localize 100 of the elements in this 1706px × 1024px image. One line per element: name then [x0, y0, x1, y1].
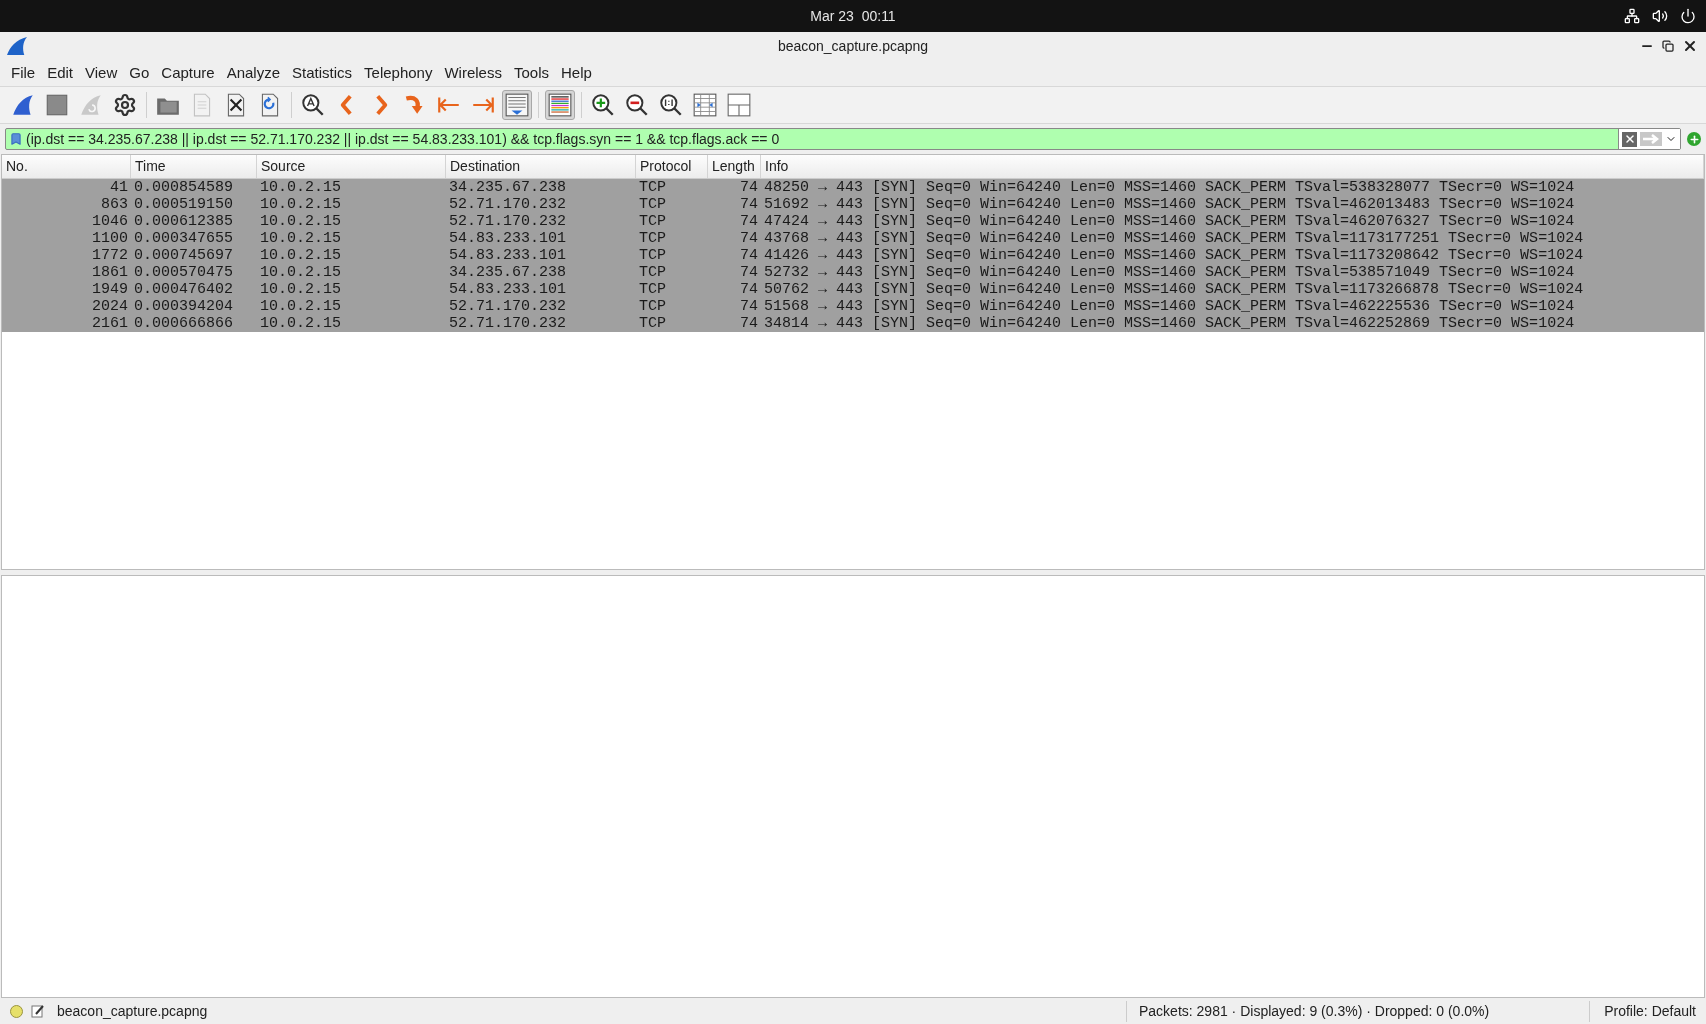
restore-icon[interactable]: [1662, 40, 1674, 52]
menu-item[interactable]: Wireless: [439, 61, 507, 85]
table-cell-text: 52732 → 443 [SYN] Seq=0 Win=64240 Len=0 MSS=1460 SACK_PERM TSval=538571049 TSecr=0 WS=1024: [763, 264, 1576, 281]
table-cell-text: 34814 → 443 [SYN] Seq=0 Win=64240 Len=0 MSS=1460 SACK_PERM TSval=462252869 TSecr=0 WS=1024: [763, 315, 1576, 332]
bookmark-icon[interactable]: [9, 132, 23, 146]
table-cell-text: 2161: [91, 315, 129, 332]
table-cell-text: 54.83.233.101: [448, 281, 568, 298]
table-cell-text: TCP: [638, 247, 667, 264]
clear-filter-button[interactable]: [1622, 131, 1637, 147]
shark-fin-icon: [78, 92, 104, 118]
table-cell-text: 52.71.170.232: [448, 196, 568, 213]
table-cell-text: 54.83.233.101: [448, 247, 568, 264]
table-cell-text: 47424 → 443 [SYN] Seq=0 Win=64240 Len=0 MSS=1460 SACK_PERM TSval=462076327 TSecr=0 WS=1024: [763, 213, 1576, 230]
table-cell-text: 0.000519150: [133, 196, 235, 213]
packet-row[interactable]: 41 0.000854589 10.0.2.15 34.235.67.238 TCP 74 48250 → 443 [SYN] Seq=0 Win=64240 Len=0 MSS=1460 SACK_PERM TSval=538328077 TSecr=0 WS=1024: [2, 179, 1704, 196]
network-icon[interactable]: [1624, 8, 1640, 24]
table-cell-text: 74: [739, 281, 759, 298]
table-cell-text: 43768 → 443 [SYN] Seq=0 Win=64240 Len=0 MSS=1460 SACK_PERM TSval=1173177251 TSecr=0 WS=1024: [763, 230, 1585, 247]
column-header[interactable]: Length: [708, 155, 761, 178]
close-icon[interactable]: [1682, 38, 1698, 54]
table-cell-text: 48250 → 443 [SYN] Seq=0 Win=64240 Len=0 MSS=1460 SACK_PERM TSval=538328077 TSecr=0 WS=1024: [763, 179, 1576, 196]
volume-icon[interactable]: [1652, 8, 1668, 24]
table-cell-text: 10.0.2.15: [259, 196, 342, 213]
table-cell-text: TCP: [638, 230, 667, 247]
menu-item[interactable]: Statistics: [287, 61, 358, 85]
column-header[interactable]: Info: [761, 155, 1704, 178]
column-header[interactable]: Destination: [446, 155, 636, 178]
menu-item[interactable]: Tools: [508, 61, 554, 85]
table-cell-text: 52.71.170.232: [448, 315, 568, 332]
packet-row[interactable]: 1772 0.000745697 10.0.2.15 54.83.233.101 TCP 74 41426 → 443 [SYN] Seq=0 Win=64240 Len=0 MSS=1460 SACK_PERM TSval=1173208642 TSecr=0 WS=1024: [2, 247, 1704, 264]
pane-layout-icon: [726, 92, 752, 118]
table-cell-text: 74: [739, 264, 759, 281]
packet-row[interactable]: 863 0.000519150 10.0.2.15 52.71.170.232 TCP 74 51692 → 443 [SYN] Seq=0 Win=64240 Len=0 MSS=1460 SACK_PERM TSval=462013483 TSecr=0 WS=1024: [2, 196, 1704, 213]
table-cell-text: 10.0.2.15: [259, 281, 342, 298]
table-cell-text: 74: [739, 315, 759, 332]
packet-row[interactable]: 1046 0.000612385 10.0.2.15 52.71.170.232 TCP 74 47424 → 443 [SYN] Seq=0 Win=64240 Len=0 MSS=1460 SACK_PERM TSval=462076327 TSecr=0 WS=1024: [2, 213, 1704, 230]
packet-statistics: Packets: 2981 · Displayed: 9 (0.3%) · Dropped: 0 (0.0%): [1126, 1000, 1490, 1022]
status-indicator-icon[interactable]: [10, 1004, 23, 1018]
packet-row[interactable]: 1100 0.000347655 10.0.2.15 54.83.233.101 TCP 74 43768 → 443 [SYN] Seq=0 Win=64240 Len=0 MSS=1460 SACK_PERM TSval=1173177251 TSecr=0 WS=1024: [2, 230, 1704, 247]
table-cell-text: 41: [109, 179, 129, 196]
table-cell-text: 41426 → 443 [SYN] Seq=0 Win=64240 Len=0 MSS=1460 SACK_PERM TSval=1173208642 TSecr=0 WS=1024: [763, 247, 1585, 264]
packet-row[interactable]: 2161 0.000666866 10.0.2.15 52.71.170.232 TCP 74 34814 → 443 [SYN] Seq=0 Win=64240 Len=0 MSS=1460 SACK_PERM TSval=462252869 TSecr=0 WS=1024: [2, 315, 1704, 332]
toolbar-button[interactable]: [545, 90, 575, 120]
display-filter-field[interactable]: (ip.dst == 34.235.67.238 || ip.dst == 52.71.170.232 || ip.dst == 54.83.233.101) && tcp.flags.syn == 1 && tcp.flags.ack == 0: [5, 128, 1681, 150]
auto-scroll-icon: [504, 92, 530, 118]
table-cell-text: 0.000612385: [133, 213, 235, 230]
table-cell-text: 10.0.2.15: [259, 247, 342, 264]
menu-item[interactable]: Telephony: [359, 61, 438, 85]
table-cell-text: 10.0.2.15: [259, 298, 342, 315]
menu-item[interactable]: Capture: [156, 61, 220, 85]
table-cell-text: 74: [739, 213, 759, 230]
table-cell-text: 34.235.67.238: [448, 179, 568, 196]
table-cell-text: 1861: [91, 264, 129, 281]
table-cell-text: 74: [739, 179, 759, 196]
menu-item[interactable]: Go: [124, 61, 155, 85]
table-cell-text: TCP: [638, 213, 667, 230]
table-cell-text: TCP: [638, 264, 667, 281]
table-cell-text: 0.000745697: [133, 247, 235, 264]
table-cell-text: 10.0.2.15: [259, 230, 342, 247]
column-header[interactable]: Protocol: [636, 155, 708, 178]
packet-row[interactable]: 1949 0.000476402 10.0.2.15 54.83.233.101 TCP 74 50762 → 443 [SYN] Seq=0 Win=64240 Len=0 MSS=1460 SACK_PERM TSval=1173266878 TSecr=0 WS=1024: [2, 281, 1704, 298]
table-cell-text: 51692 → 443 [SYN] Seq=0 Win=64240 Len=0 MSS=1460 SACK_PERM TSval=462013483 TSecr=0 WS=1024: [763, 196, 1576, 213]
table-cell-text: TCP: [638, 315, 667, 332]
table-cell-text: 1046: [91, 213, 129, 230]
profile-label[interactable]: Profile: Default: [1589, 1000, 1696, 1022]
table-cell-text: TCP: [638, 179, 667, 196]
menu-item[interactable]: Analyze: [221, 61, 286, 85]
table-cell-text: 74: [739, 196, 759, 213]
clock[interactable]: Mar 23 00:11: [810, 5, 896, 27]
table-cell-text: 2024: [91, 298, 129, 315]
colored-lines-icon: [547, 92, 573, 118]
table-cell-text: 1100: [91, 230, 129, 247]
table-cell-text: 0.000347655: [133, 230, 235, 247]
window-title: beacon_capture.pcapng: [777, 36, 929, 56]
table-cell-text: 0.000570475: [133, 264, 235, 281]
menu-item[interactable]: Help: [556, 61, 597, 85]
status-file-name: beacon_capture.pcapng: [57, 1001, 208, 1021]
table-cell-text: 10.0.2.15: [259, 315, 342, 332]
table-cell-text: 74: [739, 298, 759, 315]
clear-icon: [1623, 133, 1636, 145]
table-cell-text: TCP: [638, 281, 667, 298]
column-header[interactable]: Time: [131, 155, 257, 178]
power-icon[interactable]: [1680, 8, 1696, 24]
table-cell-text: 34.235.67.238: [448, 264, 568, 281]
table-cell-text: 0.000666866: [133, 315, 235, 332]
column-header[interactable]: Source: [257, 155, 446, 178]
menu-item[interactable]: Edit: [42, 61, 79, 85]
edit-comment-icon[interactable]: [31, 1004, 45, 1018]
packet-row[interactable]: 2024 0.000394204 10.0.2.15 52.71.170.232 TCP 74 51568 → 443 [SYN] Seq=0 Win=64240 Len=0 MSS=1460 SACK_PERM TSval=462225536 TSecr=0 WS=1024: [2, 298, 1704, 315]
column-header[interactable]: No.: [2, 155, 131, 178]
packet-row[interactable]: 1861 0.000570475 10.0.2.15 34.235.67.238 TCP 74 52732 → 443 [SYN] Seq=0 Win=64240 Len=0 MSS=1460 SACK_PERM TSval=538571049 TSecr=0 WS=1024: [2, 264, 1704, 281]
table-cell-text: TCP: [638, 196, 667, 213]
table-cell-text: 10.0.2.15: [259, 179, 342, 196]
add-filter-button[interactable]: [1687, 132, 1701, 146]
menu-item[interactable]: View: [80, 61, 123, 85]
zoom-reset-icon: [658, 92, 684, 118]
table-cell-text: 863: [100, 196, 129, 213]
table-cell-text: 52.71.170.232: [448, 213, 568, 230]
table-cell-text: 0.000854589: [133, 179, 235, 196]
menu-item[interactable]: File: [6, 61, 41, 85]
